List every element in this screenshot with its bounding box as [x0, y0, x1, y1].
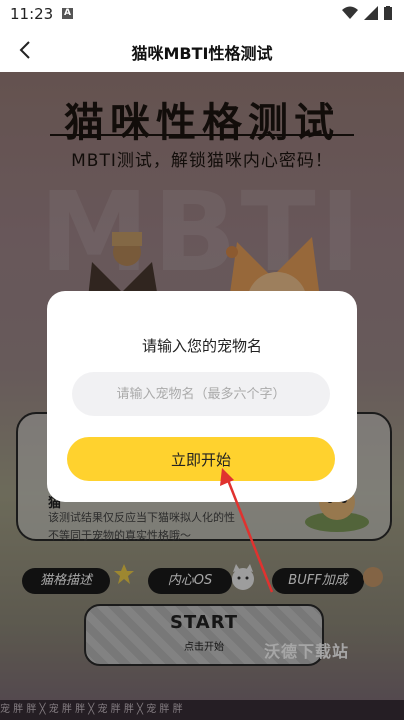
app-bar: 猫咪MBTI性格测试: [0, 28, 404, 72]
wifi-icon: [342, 6, 358, 19]
start-now-button[interactable]: 立即开始: [67, 437, 335, 481]
signal-icon: [364, 6, 378, 20]
page-title: 猫咪MBTI性格测试: [131, 44, 273, 63]
pet-name-input[interactable]: [72, 372, 330, 416]
status-time: 11:23: [10, 5, 54, 23]
status-bar: 11:23 A: [0, 0, 404, 28]
pet-name-dialog: 请输入您的宠物名 立即开始: [47, 291, 357, 502]
dialog-title: 请输入您的宠物名: [141, 337, 262, 355]
notification-badge: A: [62, 8, 73, 19]
battery-icon: [384, 6, 392, 20]
